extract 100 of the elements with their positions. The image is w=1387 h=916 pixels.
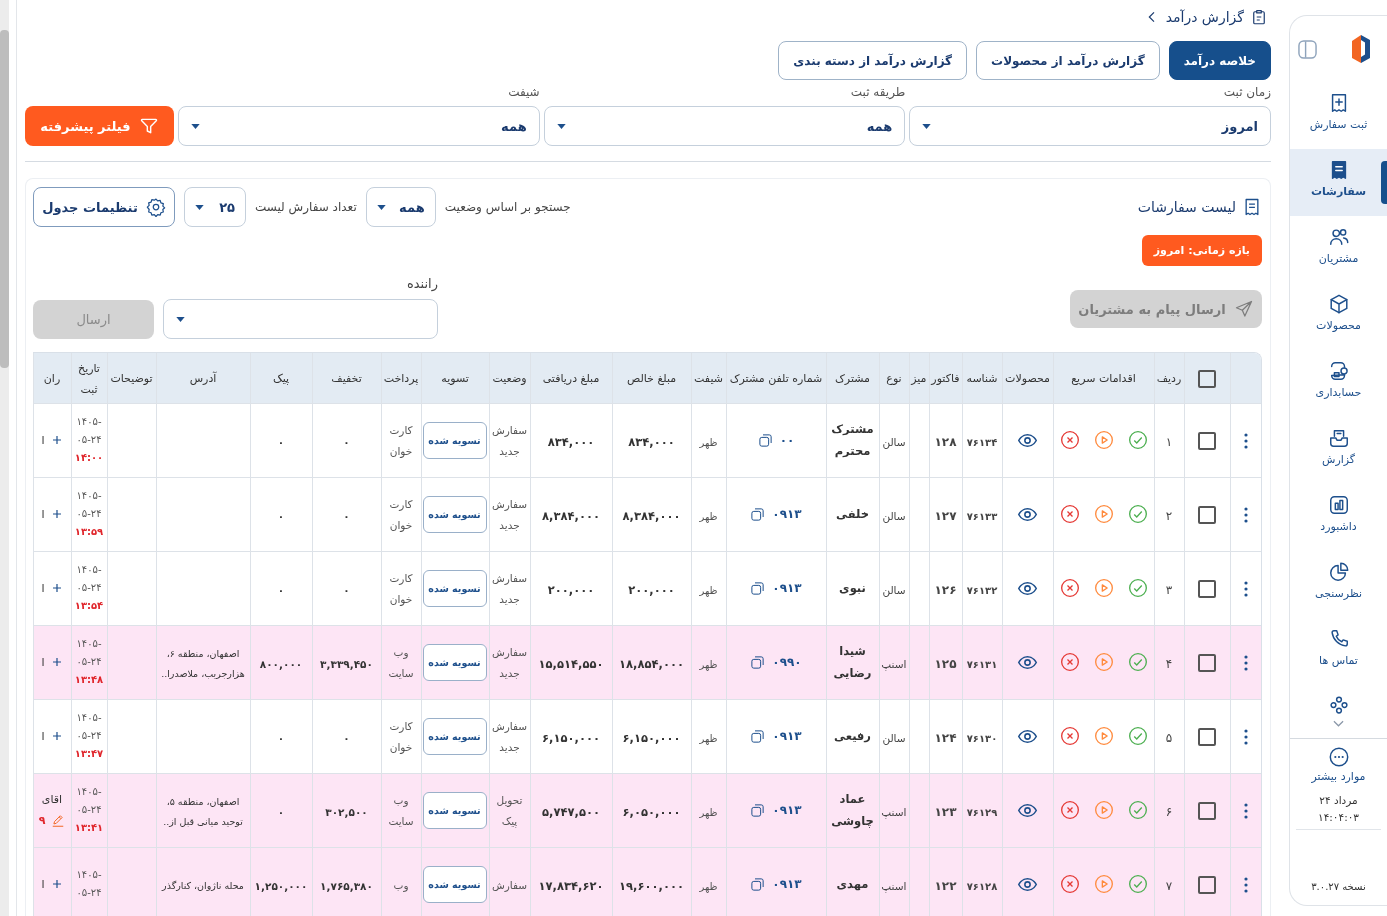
settlement-button[interactable]: تسویه شده [422, 643, 487, 681]
settlement-button[interactable]: تسویه شده [422, 421, 487, 459]
plus-icon[interactable] [50, 434, 63, 446]
plus-icon[interactable] [50, 582, 63, 594]
order-time: ۱۳:۵۴ [74, 599, 104, 613]
column-header: آدرس [189, 372, 217, 386]
sidebar-item[interactable]: گزارش [1290, 417, 1387, 484]
caret-icon [195, 204, 204, 210]
select-field[interactable]: همه [543, 106, 906, 146]
page-title: گزارش درآمد [1165, 9, 1244, 25]
order-time: ۱۳:۵۹ [74, 525, 104, 539]
order-date: ۱۴۰۵-۰۵-۲۴ [75, 711, 103, 743]
page-size-select[interactable]: ۲۵ [184, 187, 246, 227]
filter-label: زمان ثبت [1223, 84, 1271, 100]
logo-icon[interactable] [1350, 32, 1372, 66]
order-id: ۷۶۱۳۰ [966, 732, 998, 744]
order-time: ۱۴:۰۰ [74, 451, 104, 465]
copy-icon[interactable] [750, 654, 766, 670]
chevron-down-icon[interactable] [1333, 720, 1344, 727]
order-type: اسنپ [881, 805, 907, 818]
copy-icon[interactable] [750, 506, 766, 522]
copy-icon[interactable] [750, 802, 766, 818]
kebab-menu-icon[interactable] [1243, 803, 1248, 819]
kebab-menu-icon[interactable] [1243, 655, 1248, 671]
filter-label: طریقه ثبت [850, 84, 906, 100]
checkbox[interactable] [1198, 653, 1216, 672]
plus-icon[interactable] [50, 730, 63, 742]
settlement-button[interactable]: تسویه شده [422, 495, 487, 533]
shift-name: ظهر [699, 732, 718, 744]
more-button[interactable]: موارد بیشتر [1290, 739, 1387, 783]
column-header: فاکتور [931, 372, 960, 386]
settlement-button[interactable]: تسویه شده [422, 865, 487, 903]
plus-icon[interactable] [50, 508, 63, 520]
kebab-menu-icon[interactable] [1243, 877, 1248, 893]
select-field[interactable]: همه [178, 106, 540, 146]
plus-icon[interactable] [50, 656, 63, 668]
order-type: اسنپ [881, 879, 907, 892]
filter-label: تعداد سفارش لیست [255, 200, 357, 214]
driver-name: ا [41, 507, 45, 521]
payment-method: وب سایت [388, 794, 414, 827]
address-text: اصفهان، منطقه ۵، توحید میانی قبل از.. [163, 795, 243, 827]
panel-toggle-icon[interactable] [1298, 39, 1317, 59]
scrollbar-thumb[interactable] [0, 30, 9, 368]
column-header: نوع [886, 372, 902, 386]
invoice-number: ۱۲۴ [934, 730, 957, 745]
driver-name: ا [41, 581, 45, 595]
field-label: راننده [406, 276, 438, 291]
shift-name: ظهر [699, 806, 718, 818]
sidebar-item[interactable]: محصولات [1290, 283, 1387, 350]
order-type: اسنپ [881, 657, 907, 670]
sidebar-item[interactable]: ثبت سفارش [1290, 82, 1387, 149]
tab[interactable]: گزارش درآمد از محصولات [976, 41, 1160, 80]
copy-icon[interactable] [750, 580, 766, 596]
select-field[interactable]: امروز [909, 106, 1271, 146]
order-time: ۱۳:۴۷ [74, 747, 104, 761]
column-header: تخفیف [331, 372, 362, 386]
discount-amount: ۳۰۲,۵۰۰ [325, 805, 368, 818]
kebab-menu-icon[interactable] [1243, 581, 1248, 597]
sidebar-item[interactable]: داشبورد [1290, 484, 1387, 551]
settlement-button[interactable]: تسویه شده [422, 791, 487, 829]
plus-icon[interactable] [50, 878, 63, 890]
sidebar-item[interactable]: تماس ها [1290, 618, 1387, 685]
kebab-menu-icon[interactable] [1243, 433, 1248, 449]
sidebar-item[interactable]: سفارشات [1290, 149, 1387, 216]
checkbox[interactable] [1198, 875, 1216, 894]
people-group-icon[interactable] [1327, 695, 1350, 717]
status-select[interactable]: همه [365, 187, 436, 227]
address-text: محله ناژوان، کنارگذر [162, 879, 244, 891]
settlement-button[interactable]: تسویه شده [422, 717, 487, 755]
checkbox[interactable] [1198, 431, 1216, 450]
copy-icon[interactable] [750, 728, 766, 744]
driver-phone: ۹ [38, 814, 46, 827]
order-status: سفارش جدید [491, 498, 528, 531]
shift-name: ظهر [699, 880, 718, 892]
tab[interactable]: گزارش درآمد از دسته بندی [778, 41, 968, 80]
checkbox[interactable] [1198, 801, 1216, 820]
column-header: ران [43, 372, 61, 386]
checkbox[interactable] [1198, 505, 1216, 524]
discount-amount: ۰ [343, 435, 350, 448]
discount-amount: ۱,۷۶۵,۳۸۰ [320, 879, 373, 892]
shift-name: ظهر [699, 584, 718, 596]
checkbox[interactable] [1198, 579, 1216, 598]
checkbox[interactable] [1198, 727, 1216, 746]
settlement-button[interactable]: تسویه شده [422, 569, 487, 607]
period-badge: بازه زمانی: امروز [1141, 235, 1262, 266]
copy-icon[interactable] [750, 876, 766, 892]
sidebar-item[interactable]: نظرسنجی [1290, 551, 1387, 618]
table-settings-button[interactable]: تنظیمات جدول [33, 187, 175, 227]
order-id: ۷۶۱۳۱ [966, 658, 998, 670]
sidebar-item[interactable]: مشتریان [1290, 216, 1387, 283]
sidebar-item[interactable]: حسابداری [1290, 350, 1387, 417]
tab[interactable]: خلاصه درآمد [1168, 41, 1271, 80]
kebab-menu-icon[interactable] [1243, 729, 1248, 745]
order-type: سالن [882, 583, 906, 596]
copy-icon[interactable] [757, 432, 773, 448]
kebab-menu-icon[interactable] [1243, 507, 1248, 523]
checkbox[interactable] [1198, 369, 1216, 388]
column-header: وضعیت [492, 372, 527, 386]
send-icon [1233, 299, 1254, 319]
customer-phone: ۰۹۱۳ [772, 803, 802, 817]
